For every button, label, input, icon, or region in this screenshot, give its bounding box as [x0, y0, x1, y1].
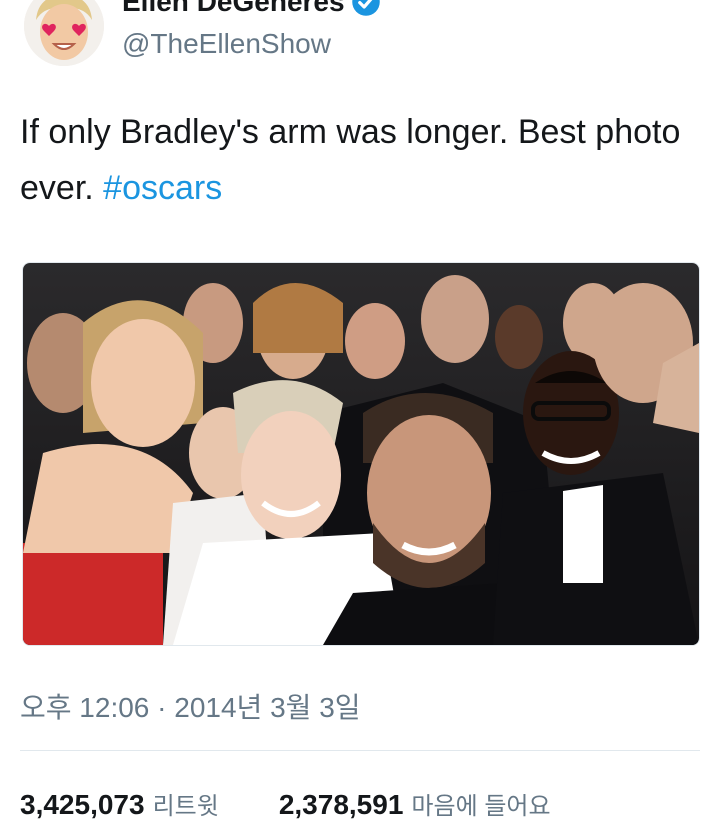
- divider: [20, 750, 700, 751]
- retweet-count: 3,425,073: [20, 789, 145, 820]
- retweet-stat[interactable]: 3,425,073 리트윗: [20, 786, 219, 821]
- retweet-label: 리트윗: [152, 793, 219, 820]
- like-stat[interactable]: 2,378,591 마음에 들어요: [279, 786, 551, 821]
- tweet-text: If only Bradley's arm was longer. Best p…: [20, 104, 700, 216]
- tweet-header: Ellen DeGeneres @TheEllenShow: [0, 0, 720, 80]
- verified-badge-icon: [351, 0, 380, 16]
- hashtag-link[interactable]: #oscars: [103, 169, 222, 207]
- tweet-timestamp[interactable]: 오후 12:06 · 2014년 3월 3일: [20, 686, 361, 726]
- display-name[interactable]: Ellen DeGeneres: [122, 0, 381, 18]
- tweet-stats: 3,425,073 리트윗 2,378,591 마음에 들어요: [20, 786, 551, 821]
- display-name-text: Ellen DeGeneres: [122, 0, 345, 17]
- emoji-avatar-icon: [24, 0, 104, 66]
- like-label: 마음에 들어요: [411, 793, 551, 820]
- user-handle[interactable]: @TheEllenShow: [122, 28, 331, 60]
- like-count: 2,378,591: [278, 789, 404, 820]
- avatar[interactable]: [24, 0, 104, 66]
- group-selfie-photo-icon: [23, 263, 699, 645]
- tweet-photo[interactable]: [22, 262, 700, 646]
